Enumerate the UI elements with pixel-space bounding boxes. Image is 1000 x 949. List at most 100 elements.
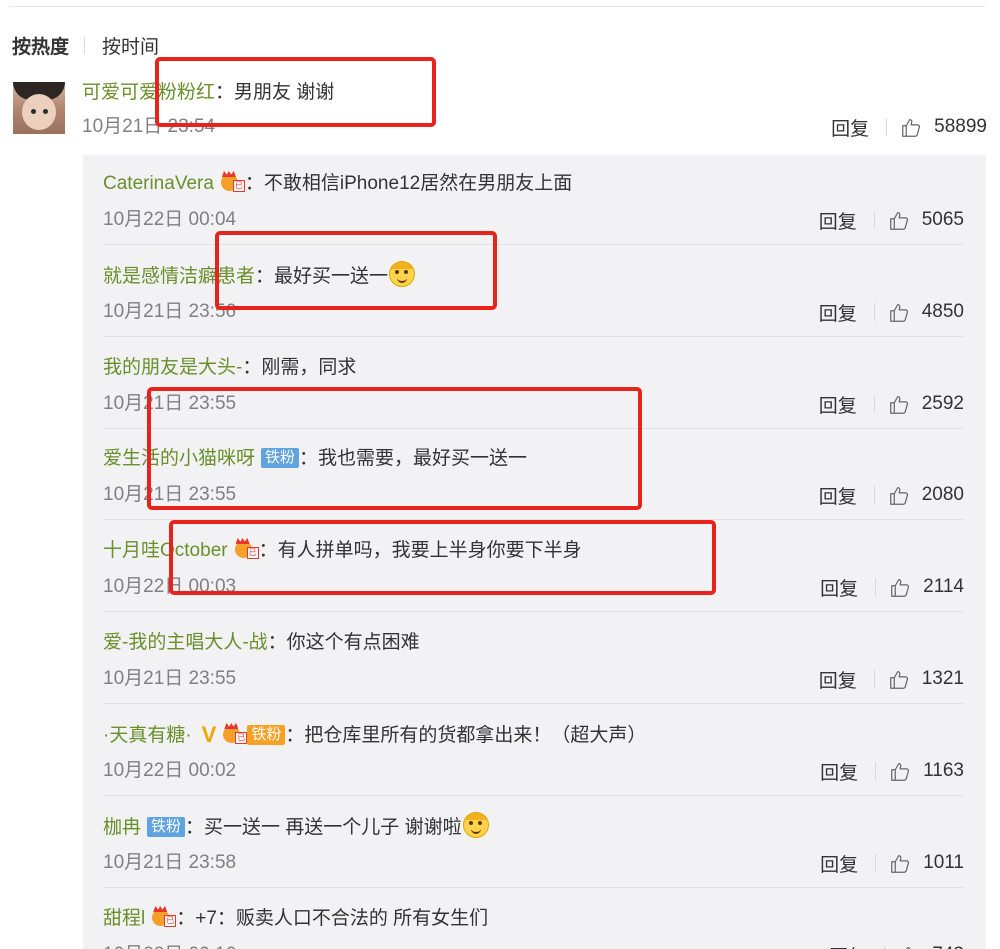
thumbs-up-icon[interactable] — [890, 853, 911, 874]
reply-actions: 回复 4850 — [819, 297, 964, 327]
reply-button[interactable]: 回复 — [819, 207, 857, 234]
reply-item: 爱-我的主唱大人-战：你这个有点困难 10月21日 23:55 回复 1321 — [103, 614, 964, 704]
vip-v-icon: V — [201, 722, 217, 747]
like-count: 2114 — [923, 576, 964, 597]
reply-button[interactable]: 回复 — [820, 574, 858, 601]
avatar-face — [22, 94, 56, 130]
sort-separator — [84, 36, 86, 54]
comment-text: ：男朋友 谢谢 — [215, 82, 335, 103]
like-count: 5065 — [921, 209, 964, 230]
reply-button[interactable]: 回复 — [819, 391, 857, 418]
avatar-eye — [31, 109, 36, 114]
reply-username[interactable]: ·天真有糖· — [103, 725, 192, 746]
thumbs-up-icon[interactable] — [890, 577, 911, 598]
reply-text: ：我也需要，最好买一送一 — [299, 448, 528, 469]
reply-username[interactable]: 就是感情洁癖患者 — [103, 266, 255, 287]
thumbs-up-icon[interactable] — [899, 945, 920, 949]
action-separator — [875, 854, 877, 872]
reply-text: ：刚需，同求 — [242, 357, 357, 378]
reply-username[interactable]: 爱生活的小猫咪呀 — [103, 448, 255, 469]
reply-button[interactable]: 回复 — [819, 482, 857, 509]
reply-username[interactable]: 枷冉 — [103, 817, 141, 838]
reply-username[interactable]: 爱-我的主唱大人-战 — [103, 632, 268, 653]
reply-actions: 回复 2592 — [819, 389, 964, 419]
like-count: 4850 — [921, 301, 964, 322]
reply-list: CaterinaVera 已：不敢相信iPhone12居然在男朋友上面 10月22… — [83, 155, 986, 949]
reply-button[interactable]: 回复 — [820, 850, 858, 877]
action-separator — [886, 118, 888, 136]
reply-text-line: CaterinaVera 已：不敢相信iPhone12居然在男朋友上面 — [103, 169, 572, 199]
reply-meta: 10月22日 00:03 回复 2114 — [103, 572, 964, 602]
action-separator — [873, 303, 875, 321]
thumbs-up-icon[interactable] — [901, 117, 922, 138]
reply-date: 10月21日 23:55 — [103, 393, 237, 414]
reply-meta: 10月21日 23:56 回复 4850 — [103, 297, 964, 327]
thumbs-up-icon[interactable] — [889, 302, 910, 323]
member-crown-icon: 已 — [220, 171, 245, 193]
reply-actions: 回复 1011 — [820, 848, 964, 878]
reply-text-line: 甜程l 已：+7：贩卖人口不合法的 所有女生们 — [103, 904, 488, 934]
like-count: 2080 — [921, 484, 964, 505]
reply-button[interactable]: 回复 — [829, 942, 867, 949]
reply-text-line: 就是感情洁癖患者：最好买一送一 — [103, 261, 416, 292]
reply-text-line: 枷冉 铁粉 ：买一送一 再送一个儿子 谢谢啦 — [103, 812, 489, 843]
reply-text-line: 爱-我的主唱大人-战：你这个有点困难 — [103, 628, 420, 658]
sort-by-hot-tab[interactable]: 按热度 — [12, 32, 69, 59]
reply-date: 10月22日 00:02 — [103, 760, 237, 781]
tiefen-badge: 铁粉 — [261, 448, 300, 468]
reply-divider — [103, 795, 964, 796]
reply-button[interactable]: 回复 — [820, 758, 858, 785]
reply-actions: 回复 2080 — [819, 480, 964, 510]
comment-meta: 10月21日 23:54 回复 58899 — [82, 112, 987, 142]
reply-username[interactable]: 甜程l — [103, 908, 145, 929]
reply-text: ：+7：贩卖人口不合法的 所有女生们 — [176, 908, 489, 929]
avatar[interactable] — [13, 82, 65, 134]
reply-meta: 10月22日 00:16 回复 743 — [103, 940, 964, 949]
member-crown-icon: 已 — [151, 906, 177, 928]
tiefen-badge: 铁粉 — [247, 725, 286, 745]
thumbs-up-icon[interactable] — [889, 210, 910, 231]
reply-meta: 10月21日 23:55 回复 1321 — [103, 664, 964, 694]
thumbs-up-icon[interactable] — [890, 761, 911, 782]
reply-username[interactable]: CaterinaVera — [103, 173, 214, 194]
comment-text-line: 可爱可爱粉粉红：男朋友 谢谢 — [82, 78, 987, 108]
comment-username[interactable]: 可爱可爱粉粉红 — [82, 82, 215, 103]
thumbs-up-icon[interactable] — [889, 669, 910, 690]
thumbs-up-icon[interactable] — [889, 485, 910, 506]
reply-username[interactable]: 十月哇October — [103, 540, 228, 561]
reply-item: 十月哇October 已：有人拼单吗，我要上半身你要下半身 10月22日 00:0… — [103, 522, 964, 612]
reply-item: 爱生活的小猫咪呀 铁粉 ：我也需要，最好买一送一 10月21日 23:55 回复 2… — [103, 430, 964, 520]
reply-meta: 10月21日 23:58 回复 1011 — [103, 848, 964, 878]
member-crown-icon: 已 — [222, 723, 248, 745]
reply-text: ：最好买一送一 — [255, 266, 389, 287]
reply-button[interactable]: 回复 — [819, 666, 857, 693]
reply-item: 甜程l 已：+7：贩卖人口不合法的 所有女生们 10月22日 00:16 回复 7… — [103, 890, 964, 949]
avatar-eye — [43, 109, 48, 114]
reply-meta: 10月22日 00:02 回复 1163 — [103, 756, 964, 786]
action-separator — [873, 395, 875, 413]
reply-text-line: 十月哇October 已：有人拼单吗，我要上半身你要下半身 — [103, 536, 582, 566]
action-separator — [873, 486, 875, 504]
thumbs-up-icon[interactable] — [889, 394, 910, 415]
reply-meta: 10月21日 23:55 回复 2592 — [103, 389, 964, 419]
reply-divider — [103, 611, 964, 612]
reply-button[interactable]: 回复 — [819, 299, 857, 326]
action-separator — [873, 211, 875, 229]
reply-divider — [103, 336, 964, 337]
reply-date: 10月22日 00:04 — [103, 209, 237, 230]
reply-actions: 回复 1321 — [819, 664, 964, 694]
reply-username[interactable]: 我的朋友是大头- — [103, 357, 242, 378]
reply-date: 10月21日 23:56 — [103, 301, 237, 322]
comment-actions: 回复 58899 — [831, 112, 987, 142]
reply-button[interactable]: 回复 — [831, 114, 869, 141]
reply-actions: 回复 1163 — [820, 756, 964, 786]
comment-date: 10月21日 23:54 — [82, 116, 216, 137]
reply-divider — [103, 887, 964, 888]
reply-text: ：买一送一 再送一个儿子 谢谢啦 — [185, 817, 462, 838]
action-separator — [875, 578, 877, 596]
reply-item: ·天真有糖· V 已铁粉 ：把仓库里所有的货都拿出来！（超大声） 10月22日 00:… — [103, 706, 964, 796]
reply-text-line: 爱生活的小猫咪呀 铁粉 ：我也需要，最好买一送一 — [103, 444, 527, 474]
reply-meta: 10月21日 23:55 回复 2080 — [103, 480, 964, 510]
action-separator — [873, 670, 875, 688]
sort-by-time-tab[interactable]: 按时间 — [102, 32, 159, 59]
